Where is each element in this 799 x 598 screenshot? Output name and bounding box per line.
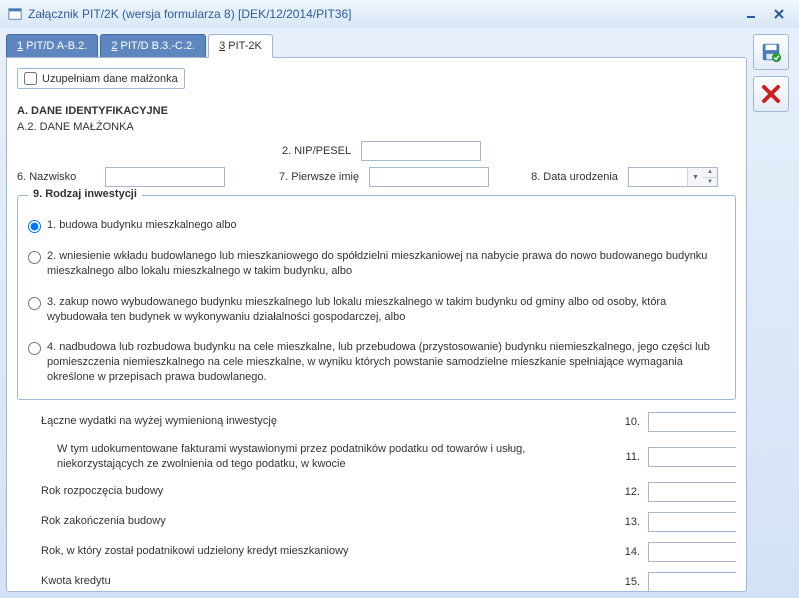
- row14-label: Rok, w który został podatnikowi udzielon…: [41, 544, 608, 559]
- nazwisko-label: 6. Nazwisko: [17, 171, 95, 183]
- row15-label: Kwota kredytu: [41, 574, 608, 589]
- save-button[interactable]: [753, 34, 789, 70]
- data-urodzenia-value: [629, 168, 687, 186]
- data-urodzenia-dropdown[interactable]: ▼ ▲ ▼: [628, 167, 718, 187]
- tab-pitd-ab2[interactable]: 1 PIT/D A-B.2.: [6, 34, 98, 58]
- app-icon: [8, 7, 22, 21]
- chevron-down-icon[interactable]: ▼: [687, 168, 703, 186]
- inv-label-1: 1. budowa budynku mieszkalnego albo: [47, 218, 237, 233]
- row11-label: W tym udokumentowane fakturami wystawion…: [57, 442, 608, 472]
- row11-num: 11.: [608, 451, 640, 463]
- inv-radio-2[interactable]: [28, 251, 41, 264]
- minimize-button[interactable]: [739, 5, 763, 23]
- form-panel: Uzupełniam dane małżonka A. DANE IDENTYF…: [6, 57, 747, 592]
- rodzaj-inwestycji-title: 9. Rodzaj inwestycji: [28, 188, 142, 200]
- row13-input-wrap: ▲▼: [648, 512, 736, 532]
- imie-label: 7. Pierwsze imię: [279, 171, 359, 183]
- inv-label-4: 4. nadbudowa lub rozbudowa budynku na ce…: [47, 340, 725, 385]
- row13-label: Rok zakończenia budowy: [41, 514, 608, 529]
- row15-input-wrap: ▲▼: [648, 572, 736, 592]
- nip-input[interactable]: [361, 141, 481, 161]
- row13-input[interactable]: [649, 513, 747, 531]
- imie-input[interactable]: [369, 167, 489, 187]
- row10-input-wrap: ▲▼: [648, 412, 736, 432]
- row11-input-wrap: ▲▼: [648, 447, 736, 467]
- tab-pit2k[interactable]: 3 PIT-2K: [208, 34, 273, 58]
- row12-label: Rok rozpoczęcia budowy: [41, 484, 608, 499]
- date-spin-down[interactable]: ▼: [703, 178, 717, 187]
- row10-label: Łączne wydatki na wyżej wymienioną inwes…: [41, 414, 608, 429]
- row10-input[interactable]: [649, 413, 747, 431]
- tab-pitd-b3c2[interactable]: 2 PIT/D B.3.-C.2.: [100, 34, 206, 58]
- side-toolbar: [753, 34, 793, 592]
- date-spin-up[interactable]: ▲: [703, 168, 717, 178]
- nip-label: 2. NIP/PESEL: [282, 145, 351, 157]
- save-disk-icon: [760, 41, 782, 63]
- inv-label-3: 3. zakup nowo wybudowanego budynku miesz…: [47, 295, 725, 325]
- titlebar: Załącznik PIT/2K (wersja formularza 8) […: [0, 0, 799, 28]
- inv-radio-1[interactable]: [28, 220, 41, 233]
- inv-radio-4[interactable]: [28, 342, 41, 355]
- inv-radio-3[interactable]: [28, 297, 41, 310]
- section-a-title: A. DANE IDENTYFIKACYJNE: [17, 105, 736, 117]
- nazwisko-input[interactable]: [105, 167, 225, 187]
- data-label: 8. Data urodzenia: [531, 171, 618, 183]
- row12-input-wrap: ▲▼: [648, 482, 736, 502]
- row14-input[interactable]: [649, 543, 747, 561]
- close-x-icon: [761, 84, 781, 104]
- close-button[interactable]: [767, 5, 791, 23]
- spouse-checkbox-row[interactable]: Uzupełniam dane małżonka: [17, 68, 185, 89]
- row10-num: 10.: [608, 416, 640, 428]
- cancel-button[interactable]: [753, 76, 789, 112]
- row14-input-wrap: ▲▼: [648, 542, 736, 562]
- section-a-subtitle: A.2. DANE MAŁŻONKA: [17, 121, 736, 133]
- window-title: Załącznik PIT/2K (wersja formularza 8) […: [28, 7, 351, 21]
- spouse-checkbox-label: Uzupełniam dane małżonka: [42, 73, 178, 85]
- row13-num: 13.: [608, 516, 640, 528]
- tab-bar: 1 PIT/D A-B.2. 2 PIT/D B.3.-C.2. 3 PIT-2…: [6, 34, 747, 58]
- rodzaj-inwestycji-group: 9. Rodzaj inwestycji 1. budowa budynku m…: [17, 195, 736, 400]
- inv-label-2: 2. wniesienie wkładu budowlanego lub mie…: [47, 249, 725, 279]
- row15-num: 15.: [608, 576, 640, 588]
- row11-input[interactable]: [649, 448, 747, 466]
- row15-input[interactable]: [649, 573, 747, 591]
- spouse-checkbox[interactable]: [24, 72, 37, 85]
- row12-num: 12.: [608, 486, 640, 498]
- row14-num: 14.: [608, 546, 640, 558]
- row12-input[interactable]: [649, 483, 747, 501]
